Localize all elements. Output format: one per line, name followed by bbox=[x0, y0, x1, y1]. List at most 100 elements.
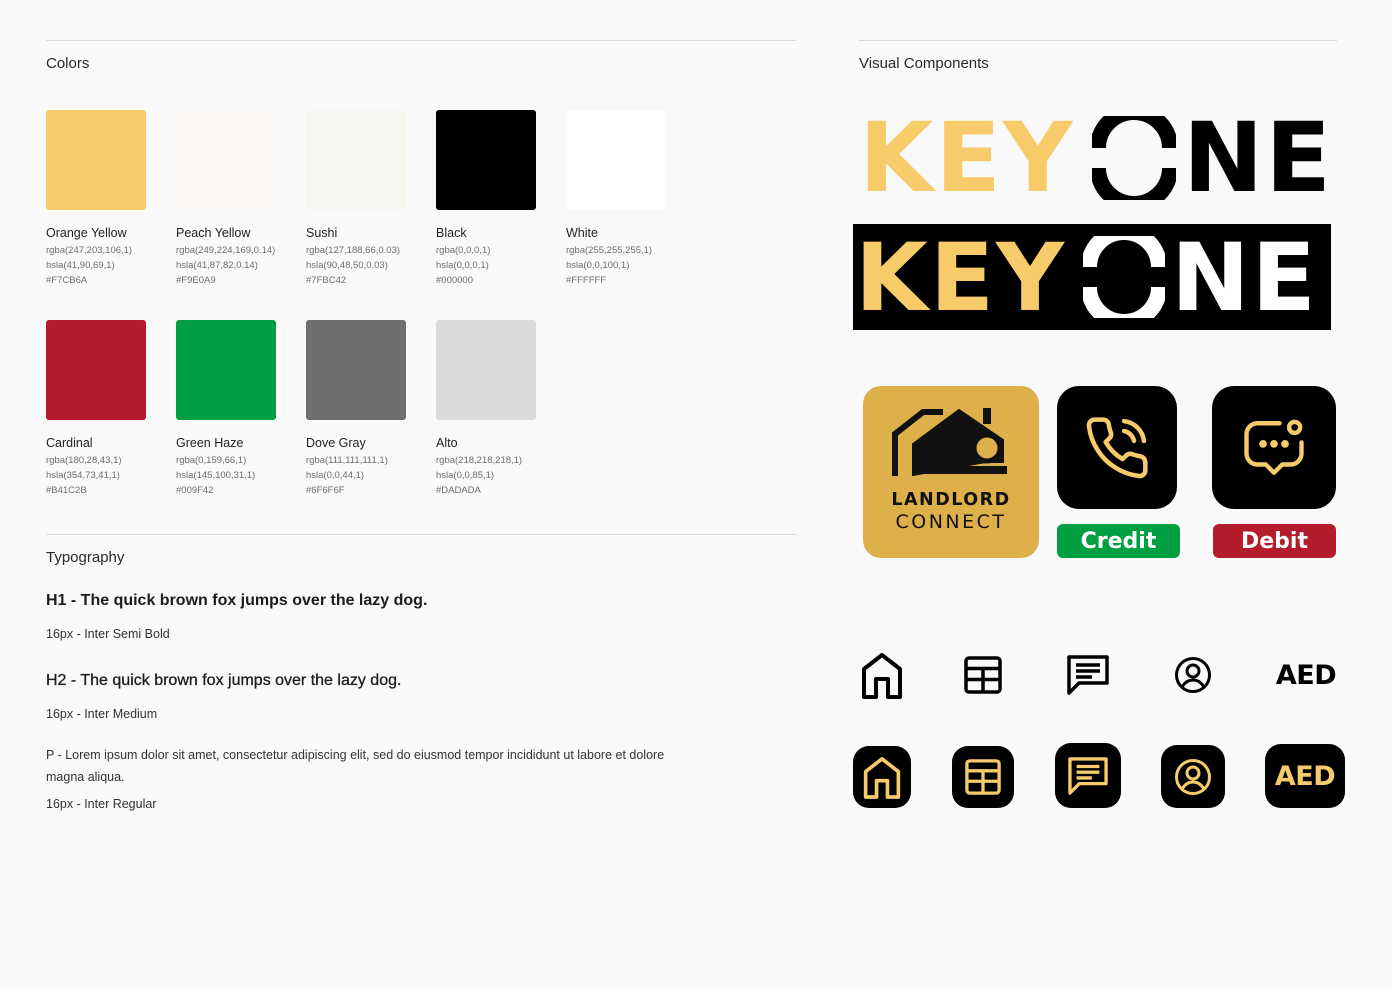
table-icon bbox=[965, 759, 1001, 795]
swatch-rgba: rgba(247,203,106,1) bbox=[46, 245, 133, 256]
swatch-hex: #7FBC42 bbox=[306, 275, 347, 286]
logo-light: KEY NE bbox=[859, 102, 1339, 214]
app-icon-line1: LANDLORD bbox=[891, 490, 1011, 510]
swatch-name: Black bbox=[436, 226, 467, 240]
color-swatch-card: Peach Yellow rgba(249,224,169,0.14) hsla(4… bbox=[176, 110, 296, 286]
logo-dark: KEY NE bbox=[853, 224, 1331, 330]
swatch-name: Peach Yellow bbox=[176, 226, 251, 240]
swatch-rgba: rgba(111,111,111,1) bbox=[306, 455, 388, 466]
home-icon bbox=[863, 756, 901, 799]
visual-title: Visual Components bbox=[859, 55, 989, 72]
logo-key-text: KEY bbox=[859, 102, 1075, 214]
h2-spec: 16px - Inter Medium bbox=[46, 707, 158, 721]
typography-title: Typography bbox=[46, 549, 125, 566]
home-nav-item[interactable] bbox=[852, 645, 912, 705]
house-search-icon bbox=[892, 408, 1007, 476]
profile-nav-item[interactable] bbox=[1163, 645, 1223, 705]
swatch-hex: #000000 bbox=[436, 275, 473, 286]
color-swatch-card: Cardinal rgba(180,28,43,1) hsla(354,73,41,… bbox=[46, 320, 166, 496]
credit-badge: Credit bbox=[1057, 524, 1180, 558]
logo-ne-text: NE bbox=[1183, 102, 1333, 214]
color-swatch-card: Black rgba(0,0,0,1) hsla(0,0,0,1) #000000 bbox=[436, 110, 556, 286]
swatch-rgba: rgba(0,159,66,1) bbox=[176, 455, 247, 466]
swatch-name: White bbox=[566, 226, 598, 240]
swatch-hex: #F7CB6A bbox=[46, 275, 88, 286]
swatch-name: Alto bbox=[436, 436, 458, 450]
swatch-name: Orange Yellow bbox=[46, 226, 127, 240]
aed-currency-item-active[interactable]: AED bbox=[1265, 744, 1345, 808]
swatch-hsla: hsla(0,0,85,1) bbox=[436, 470, 495, 481]
color-swatch-card: Orange Yellow rgba(247,203,106,1) hsla(41,… bbox=[46, 110, 166, 286]
swatch-hex: #B41C2B bbox=[46, 485, 87, 496]
paragraph-sample: P - Lorem ipsum dolor sit amet, consecte… bbox=[46, 748, 665, 784]
swatch-hsla: hsla(41,87,82,0.14) bbox=[176, 260, 258, 271]
visual-divider bbox=[859, 40, 1337, 41]
color-swatch[interactable] bbox=[46, 320, 146, 420]
color-swatch-card: Green Haze rgba(0,159,66,1) hsla(145,100,3… bbox=[176, 320, 296, 496]
phone-icon bbox=[1086, 416, 1148, 478]
table-nav-item-active[interactable] bbox=[952, 746, 1014, 808]
colors-title: Colors bbox=[46, 55, 90, 72]
swatch-hex: #F9E0A9 bbox=[176, 275, 216, 286]
logo-dark-o-icon bbox=[1083, 236, 1165, 318]
message-icon bbox=[1067, 655, 1109, 695]
swatch-rgba: rgba(127,188,66,0.03) bbox=[306, 245, 401, 256]
home-icon bbox=[862, 653, 902, 699]
colors-divider bbox=[46, 40, 796, 41]
paragraph-spec: 16px - Inter Regular bbox=[46, 797, 157, 811]
h1-sample: H1 - The quick brown fox jumps over the … bbox=[46, 592, 428, 609]
chat-icon bbox=[1244, 419, 1304, 475]
swatch-hex: #009F42 bbox=[176, 485, 214, 496]
user-icon bbox=[1175, 657, 1211, 693]
h2-sample: H2 - The quick brown fox jumps over the … bbox=[46, 672, 402, 689]
table-icon bbox=[964, 656, 1002, 694]
color-swatch-card: Dove Gray rgba(111,111,111,1) hsla(0,0,44,… bbox=[306, 320, 426, 496]
color-swatch[interactable] bbox=[176, 110, 276, 210]
table-nav-item[interactable] bbox=[953, 645, 1013, 705]
swatch-hsla: hsla(145,100,31,1) bbox=[176, 470, 256, 481]
typography-divider bbox=[46, 534, 796, 535]
swatch-rgba: rgba(0,0,0,1) bbox=[436, 245, 491, 256]
swatch-rgba: rgba(180,28,43,1) bbox=[46, 455, 122, 466]
user-icon bbox=[1175, 758, 1211, 795]
swatch-hsla: hsla(0,0,44,1) bbox=[306, 470, 365, 481]
color-swatch[interactable] bbox=[176, 320, 276, 420]
swatch-hex: #FFFFFF bbox=[566, 275, 607, 286]
swatch-hsla: hsla(41,90,69,1) bbox=[46, 260, 115, 271]
color-swatch[interactable] bbox=[436, 320, 536, 420]
message-nav-item-active[interactable] bbox=[1055, 743, 1121, 808]
logo-dark-ne-text: NE bbox=[1171, 224, 1318, 330]
color-swatch-card: White rgba(255,255,255,1) hsla(0,0,100,1) #… bbox=[566, 110, 686, 286]
color-swatch[interactable] bbox=[306, 320, 406, 420]
logo-o-icon bbox=[1092, 116, 1176, 200]
color-swatch[interactable] bbox=[566, 110, 666, 210]
color-swatch[interactable] bbox=[306, 110, 406, 210]
message-icon bbox=[1068, 756, 1108, 795]
swatch-name: Sushi bbox=[306, 226, 338, 240]
debit-badge: Debit bbox=[1213, 524, 1336, 558]
call-tile[interactable] bbox=[1057, 386, 1177, 509]
chat-tile[interactable] bbox=[1212, 386, 1336, 509]
app-icon-line2: CONNECT bbox=[895, 511, 1007, 533]
landlord-connect-app-icon[interactable]: LANDLORD CONNECT bbox=[863, 386, 1039, 558]
swatch-name: Cardinal bbox=[46, 436, 93, 450]
swatch-name: Green Haze bbox=[176, 436, 244, 450]
aed-currency-item[interactable]: AED bbox=[1266, 645, 1346, 705]
swatch-hex: #DADADA bbox=[436, 485, 481, 496]
swatch-hsla: hsla(90,48,50,0.03) bbox=[306, 260, 388, 271]
profile-nav-item-active[interactable] bbox=[1161, 745, 1225, 808]
swatch-hex: #6F6F6F bbox=[306, 485, 345, 496]
swatch-hsla: hsla(354,73,41,1) bbox=[46, 470, 120, 481]
swatch-hsla: hsla(0,0,0,1) bbox=[436, 260, 489, 271]
logo-dark-key-text: KEY bbox=[855, 224, 1067, 330]
swatch-rgba: rgba(255,255,255,1) bbox=[566, 245, 653, 256]
color-swatch[interactable] bbox=[436, 110, 536, 210]
color-swatch[interactable] bbox=[46, 110, 146, 210]
message-nav-item[interactable] bbox=[1058, 645, 1118, 705]
color-swatch-card: Sushi rgba(127,188,66,0.03) hsla(90,48,50,… bbox=[306, 110, 426, 286]
home-nav-item-active[interactable] bbox=[853, 746, 911, 808]
h1-spec: 16px - Inter Semi Bold bbox=[46, 627, 170, 641]
swatch-hsla: hsla(0,0,100,1) bbox=[566, 260, 630, 271]
swatch-rgba: rgba(218,218,218,1) bbox=[436, 455, 523, 466]
color-swatch-card: Alto rgba(218,218,218,1) hsla(0,0,85,1) #DA… bbox=[436, 320, 556, 496]
